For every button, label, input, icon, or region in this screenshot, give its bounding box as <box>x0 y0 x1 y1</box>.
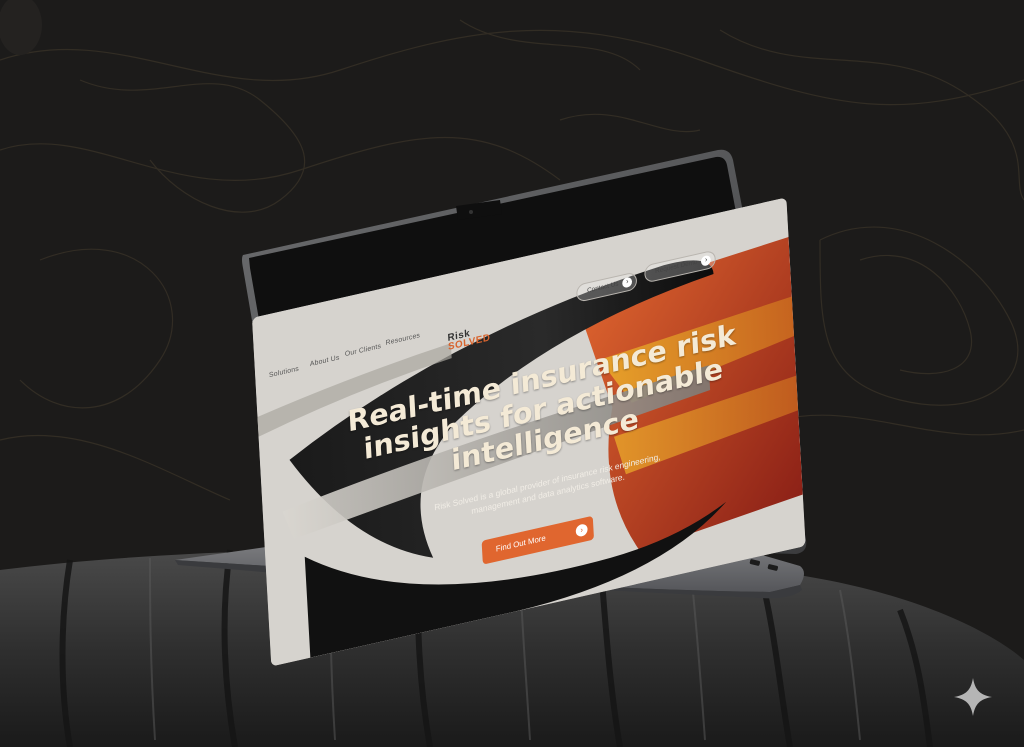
arrow-right-icon: › <box>622 276 633 289</box>
laptop: Solutions About Us Our Clients Resources… <box>0 0 1024 747</box>
cta-label: Find Out More <box>495 533 546 554</box>
sparkle-icon <box>954 678 992 716</box>
scene: Solutions About Us Our Clients Resources… <box>0 0 1024 747</box>
arrow-right-icon: › <box>701 254 712 267</box>
contact-us-label: Contact Us <box>586 280 619 295</box>
arrow-right-icon: › <box>575 523 588 538</box>
request-demo-label: Request Demo <box>654 258 698 276</box>
